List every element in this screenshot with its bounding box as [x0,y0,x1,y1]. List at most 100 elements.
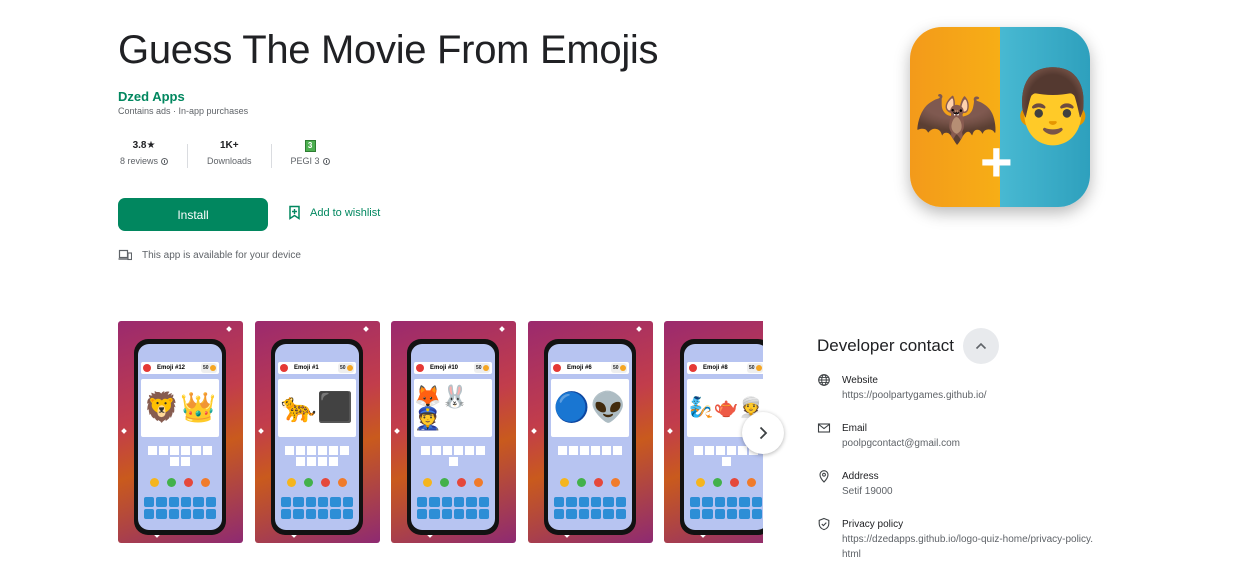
screenshot[interactable]: Emoji #12 50 🦁👑 [118,321,243,543]
pegi-rating-icon: 3 [304,140,316,152]
phone-screen: Emoji #12 50 🦁👑 [138,344,222,530]
contact-address: Address Setif 19000 [817,469,893,499]
ads-purchases-note: Contains ads · In-app purchases [118,106,249,116]
answer-slots [555,446,625,455]
availability-note: This app is available for your device [118,249,301,261]
emoji-puzzle: 🦊🐰👮 [414,379,492,437]
email-address[interactable]: poolpgcontact@gmail.com [842,436,960,451]
back-icon [280,364,288,372]
info-icon[interactable] [161,157,169,165]
sparkle-icon [121,428,127,434]
man-emoji-icon: 👨 [1008,67,1090,147]
bookmark-add-icon [289,205,300,220]
contact-email[interactable]: Email poolpgcontact@gmail.com [817,421,960,451]
letter-keyboard [144,497,216,519]
contact-privacy-policy[interactable]: Privacy policy https://dzedapps.github.i… [817,517,1098,562]
sparkle-icon [226,326,232,332]
downloads-label: Downloads [207,156,252,166]
screenshot[interactable]: Emoji #6 50 🔵👽 [528,321,653,543]
pegi-label: PEGI 3 [290,156,320,166]
email-icon [817,423,831,433]
back-icon [416,364,424,372]
emoji-puzzle: 🐆⬛ [278,379,356,437]
devices-icon [118,249,132,261]
carousel-next-button[interactable] [742,412,784,454]
letter-keyboard [554,497,626,519]
developer-link[interactable]: Dzed Apps [118,89,185,104]
screenshot[interactable]: Emoji #1 50 🐆⬛ [255,321,380,543]
coin-counter: 50 [611,363,627,373]
back-icon [143,364,151,372]
coin-icon [756,365,762,371]
game-topbar: Emoji #8 50 [687,362,763,374]
coin-counter: 50 [338,363,354,373]
hint-buttons [419,478,487,487]
sparkle-icon [363,326,369,332]
letter-keyboard [690,497,762,519]
sparkle-icon [258,428,264,434]
answer-slots [282,446,352,466]
phone-screen: Emoji #1 50 🐆⬛ [275,344,359,530]
back-icon [689,364,697,372]
address-value: Setif 19000 [842,486,893,497]
contact-website[interactable]: Website https://poolpartygames.github.io… [817,373,987,403]
contact-label: Email [842,423,868,434]
downloads-stat: 1K+ Downloads [205,138,254,168]
reviews-count: 8 reviews [120,156,159,166]
add-to-wishlist-button[interactable]: Add to wishlist [288,205,380,220]
phone-frame: Emoji #1 50 🐆⬛ [271,339,363,535]
sparkle-icon [499,326,505,332]
level-label: Emoji #12 [157,365,186,371]
divider [270,144,272,168]
developer-contact-toggle[interactable] [963,328,999,364]
location-pin-icon [819,470,829,483]
back-icon [553,364,561,372]
privacy-policy-url[interactable]: https://dzedapps.github.io/logo-quiz-hom… [842,532,1098,562]
sparkle-icon [394,428,400,434]
phone-frame: Emoji #6 50 🔵👽 [544,339,636,535]
coin-counter: 50 [474,363,490,373]
screenshot[interactable]: Emoji #10 50 🦊🐰👮 [391,321,516,543]
sparkle-icon [667,428,673,434]
info-icon[interactable] [322,157,330,165]
coin-icon [347,365,353,371]
pegi-stat[interactable]: 3 PEGI 3 [289,138,332,168]
sparkle-icon [636,326,642,332]
hint-buttons [692,478,760,487]
coin-counter: 50 [747,363,763,373]
plus-icon: + [980,130,1013,193]
rating-stat[interactable]: 3.8★ 8 reviews [118,138,170,168]
app-title: Guess The Movie From Emojis [118,28,659,72]
rating-value: 3.8★ [132,140,156,151]
game-topbar: Emoji #10 50 [414,362,492,374]
phone-frame: Emoji #12 50 🦁👑 [134,339,226,535]
sparkle-icon [531,428,537,434]
level-label: Emoji #8 [703,365,728,371]
level-label: Emoji #6 [567,365,592,371]
downloads-value: 1K+ [219,140,239,151]
coin-counter: 50 [201,363,217,373]
availability-text: This app is available for your device [142,249,301,261]
hint-buttons [283,478,351,487]
game-topbar: Emoji #1 50 [278,362,356,374]
install-button[interactable]: Install [118,198,268,231]
contact-label: Address [842,471,879,482]
emoji-puzzle: 🦁👑 [141,379,219,437]
app-icon: 🦇 👨 + [910,27,1090,207]
wishlist-label: Add to wishlist [310,206,381,219]
game-topbar: Emoji #6 50 [551,362,629,374]
answer-slots [145,446,215,466]
level-label: Emoji #1 [294,365,319,371]
screenshot-carousel[interactable]: Emoji #12 50 🦁👑 Emoji #1 50 🐆⬛ Emoji #10… [118,321,763,543]
shield-icon [818,517,830,531]
chevron-up-icon [975,342,987,350]
phone-screen: Emoji #10 50 🦊🐰👮 [411,344,495,530]
contact-label: Website [842,375,878,386]
website-url[interactable]: https://poolpartygames.github.io/ [842,388,987,403]
developer-contact-heading: Developer contact [817,336,955,355]
letter-keyboard [417,497,489,519]
globe-icon [818,374,830,386]
letter-keyboard [281,497,353,519]
divider [187,144,189,168]
phone-screen: Emoji #6 50 🔵👽 [548,344,632,530]
